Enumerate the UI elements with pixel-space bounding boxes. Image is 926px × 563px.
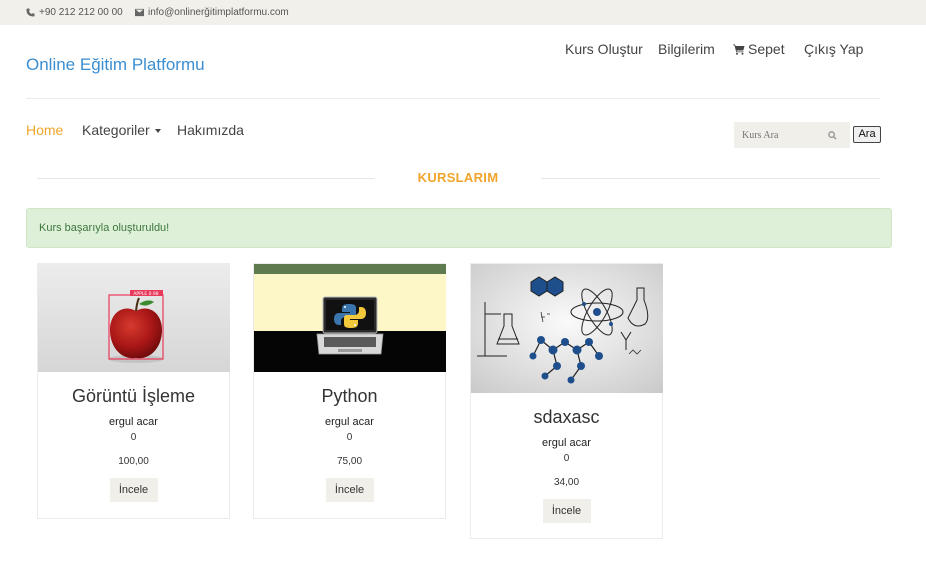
course-title[interactable]: Python [254,386,445,407]
section-divider-left [37,178,375,179]
view-course-button[interactable]: İncele [109,478,158,502]
success-alert: Kurs başarıyla oluşturuldu! [26,208,892,248]
email-contact: info@onlinerğitimplatformu.com [135,7,289,18]
search-input[interactable] [742,129,828,141]
course-price: 34,00 [553,477,580,488]
course-author: ergul acar [325,416,374,428]
nav-my-info[interactable]: Bilgilerim [658,41,715,57]
course-card: Python ergul acar 0 75,00 İncele [253,263,446,519]
top-bar: +90 212 212 00 00 info@onlinerğitimplatf… [0,0,926,25]
nav-logout[interactable]: Çıkış Yap [804,41,863,57]
nav-logout-label: Çıkış Yap [804,41,864,57]
course-author: ergul acar [109,416,158,428]
course-image[interactable] [254,264,446,372]
view-course-button[interactable]: İncele [542,499,591,523]
phone-icon [26,8,35,17]
course-title[interactable]: Görüntü İşleme [38,386,229,407]
alert-message: Kurs başarıyla oluşturuldu! [39,222,170,234]
nav-my-info-label: Bilgilerim [658,41,715,57]
email-address[interactable]: info@onlinerğitimplatformu.com [148,7,289,18]
search-box [734,122,850,148]
nav-home-label: Home [26,122,64,138]
nav-categories-label: Kategoriler [82,122,150,138]
course-author: ergul acar [542,437,591,449]
nav-cart[interactable]: Sepet [733,41,785,57]
section-title: KURSLARIM [417,170,499,185]
section-divider-right [541,178,880,179]
caret-down-icon [154,129,161,133]
nav-about-label: Hakımızda [177,122,244,138]
course-title[interactable]: sdaxasc [471,407,662,428]
detection-label: APPLE 0.98 [133,291,158,297]
course-card: APPLE 0.98 Görüntü İşleme ergul acar 0 1… [37,263,230,519]
nav-create-course[interactable]: Kurs Oluştur [565,41,643,57]
course-image[interactable]: APPLE 0.98 [38,264,230,372]
header-divider [26,98,880,99]
envelope-icon [135,8,144,17]
phone-contact: +90 212 212 00 00 [26,7,123,18]
site-brand[interactable]: Online Eğitim Platformu [26,55,205,75]
course-price: 75,00 [336,456,363,467]
search-button[interactable]: Ara [853,126,881,143]
nav-create-course-label: Kurs Oluştur [565,41,643,57]
course-count: 0 [130,432,137,443]
nav-home[interactable]: Home [26,122,63,138]
course-card: sdaxasc ergul acar 0 34,00 İncele [470,263,663,539]
course-count: 0 [346,432,353,443]
course-price: 100,00 [118,456,149,467]
search-icon [828,130,837,140]
phone-number: +90 212 212 00 00 [39,7,123,18]
nav-cart-label: Sepet [748,41,785,57]
shopping-cart-icon [733,44,745,55]
nav-about[interactable]: Hakımızda [177,122,244,138]
course-image[interactable] [471,264,663,393]
nav-categories[interactable]: Kategoriler [82,122,161,138]
course-count: 0 [563,453,570,464]
view-course-button[interactable]: İncele [325,478,374,502]
